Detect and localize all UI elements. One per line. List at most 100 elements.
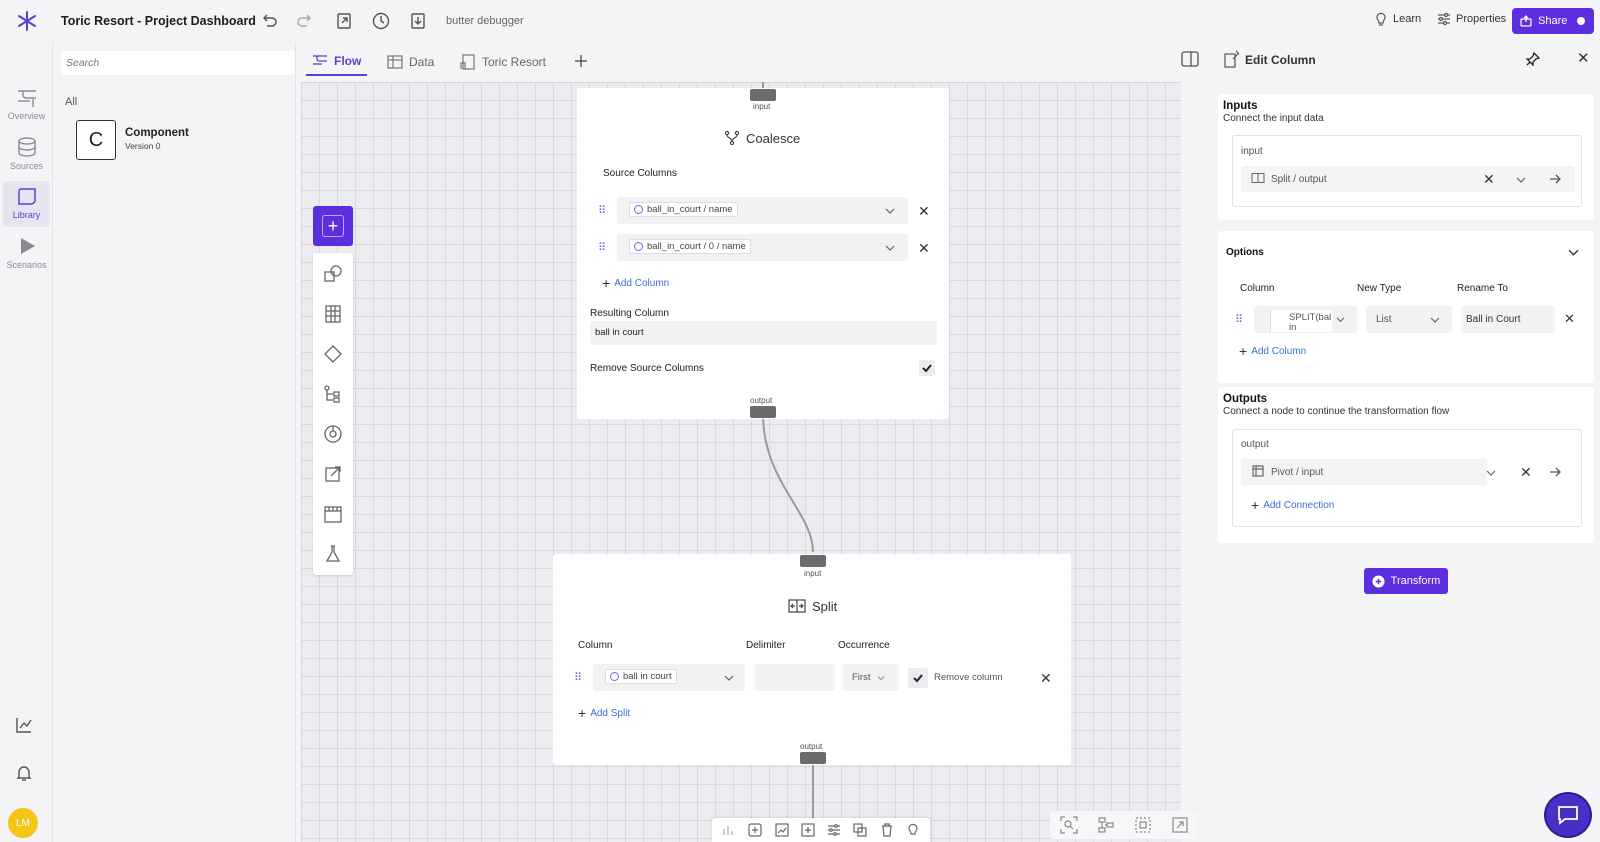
arrow-right-icon[interactable] xyxy=(1549,466,1561,478)
history-icon[interactable] xyxy=(371,11,391,31)
remove-source-columns-checkbox[interactable] xyxy=(919,360,935,376)
arrow-right-icon[interactable] xyxy=(1549,173,1561,185)
add-split-label: Add Split xyxy=(590,707,631,719)
toggle-panel-icon[interactable] xyxy=(1181,50,1199,68)
remove-option-row-button[interactable]: ✕ xyxy=(1564,311,1575,327)
fullscreen-icon[interactable] xyxy=(1171,816,1189,834)
transform-button[interactable]: Transform xyxy=(1364,568,1448,594)
table-icon[interactable] xyxy=(322,303,344,325)
select-area-icon[interactable] xyxy=(1134,816,1152,834)
shapes-icon[interactable] xyxy=(322,263,344,285)
remove-column-checkbox[interactable] xyxy=(908,668,928,688)
edit-panel-title: Edit Column xyxy=(1245,53,1316,67)
close-panel-button[interactable]: ✕ xyxy=(1577,49,1590,67)
component-name[interactable]: Component xyxy=(125,127,189,139)
layout-icon[interactable] xyxy=(1097,816,1115,834)
rail-item-sources[interactable]: Sources xyxy=(3,132,50,178)
coalesce-output-port[interactable] xyxy=(750,406,776,418)
outputs-title: Outputs xyxy=(1223,393,1268,405)
bell-icon[interactable] xyxy=(15,764,33,782)
chevron-down-icon[interactable] xyxy=(1430,315,1440,325)
rail-item-scenarios[interactable]: Scenarios xyxy=(3,231,50,277)
redo-icon[interactable] xyxy=(295,11,315,31)
external-link-icon[interactable] xyxy=(322,463,344,485)
drag-handle-icon[interactable]: ⠿ xyxy=(598,204,606,217)
options-title: Options xyxy=(1226,247,1264,258)
learn-button[interactable]: Learn xyxy=(1374,12,1421,26)
add-split-link[interactable]: + Add Split xyxy=(578,705,630,721)
drag-handle-icon[interactable]: ⠿ xyxy=(1235,313,1243,326)
flask-icon[interactable] xyxy=(322,543,344,565)
play-icon xyxy=(20,238,35,254)
download-icon[interactable] xyxy=(408,11,428,31)
diamond-icon[interactable] xyxy=(322,343,344,365)
export-icon[interactable] xyxy=(334,11,354,31)
clear-output-button[interactable]: ✕ xyxy=(1520,464,1532,481)
tab-data[interactable]: Data xyxy=(381,48,440,76)
share-icon xyxy=(1520,15,1532,27)
user-avatar[interactable]: LM xyxy=(8,808,38,838)
add-tab-icon[interactable] xyxy=(573,53,589,69)
chevron-down-icon[interactable] xyxy=(724,673,734,683)
delimiter-input[interactable] xyxy=(755,664,835,691)
duplicate-icon[interactable] xyxy=(853,823,867,837)
table-icon xyxy=(387,55,403,69)
add-connection-link[interactable]: + Add Connection xyxy=(1251,497,1334,513)
debugger-label[interactable]: butter debugger xyxy=(446,15,524,27)
coalesce-input-port[interactable] xyxy=(750,89,776,101)
chart-icon[interactable] xyxy=(722,823,736,837)
pin-icon[interactable] xyxy=(1526,52,1540,66)
add-connection-label: Add Connection xyxy=(1263,499,1335,511)
clear-input-button[interactable]: ✕ xyxy=(1483,171,1495,188)
trend-icon[interactable] xyxy=(775,823,789,837)
tab-flow-label: Flow xyxy=(334,54,362,68)
remove-split-button[interactable]: ✕ xyxy=(1040,670,1052,687)
coalesce-output-port-label: output xyxy=(750,396,773,405)
undo-icon[interactable] xyxy=(259,11,279,31)
add-icon[interactable] xyxy=(748,823,762,837)
share-button[interactable]: Share xyxy=(1512,8,1594,34)
lightbulb-icon[interactable] xyxy=(906,823,920,837)
chevron-down-icon[interactable] xyxy=(877,674,885,682)
drag-handle-icon[interactable]: ⠿ xyxy=(574,671,582,684)
plus-icon: + xyxy=(322,215,344,237)
node-toolbox xyxy=(313,253,353,575)
analytics-icon[interactable] xyxy=(15,716,33,734)
add-node-button[interactable]: + xyxy=(313,206,353,246)
trash-icon[interactable] xyxy=(880,823,894,837)
split-input-port[interactable] xyxy=(800,555,826,567)
options-add-column-label: Add Column xyxy=(1251,345,1307,357)
chevron-down-icon[interactable] xyxy=(1568,247,1579,258)
split-node[interactable] xyxy=(553,554,1071,765)
edit-column-icon xyxy=(1224,50,1240,68)
tab-flow[interactable]: Flow xyxy=(306,48,368,76)
drag-handle-icon[interactable]: ⠿ xyxy=(598,241,606,254)
add-node-icon[interactable] xyxy=(801,823,815,837)
chevron-down-icon[interactable] xyxy=(885,206,895,216)
chevron-down-icon[interactable] xyxy=(885,243,895,253)
remove-source-column-button[interactable]: ✕ xyxy=(918,203,930,220)
properties-button[interactable]: Properties xyxy=(1437,12,1506,26)
coalesce-title-text: Coalesce xyxy=(746,130,801,146)
zoom-fit-icon[interactable] xyxy=(1059,816,1078,834)
tab-toric-resort[interactable]: Toric Resort xyxy=(454,48,552,76)
split-output-port[interactable] xyxy=(800,752,826,764)
add-column-link[interactable]: + Add Column xyxy=(602,275,669,291)
chevron-down-icon[interactable] xyxy=(1516,175,1526,185)
sliders-icon[interactable] xyxy=(827,823,841,837)
library-icon xyxy=(17,188,36,205)
branch-icon[interactable] xyxy=(322,383,344,405)
calendar-icon[interactable] xyxy=(322,503,344,525)
component-tile[interactable]: C xyxy=(76,120,116,160)
options-add-column-link[interactable]: + Add Column xyxy=(1239,343,1306,359)
rail-item-overview[interactable]: Overview xyxy=(3,82,50,128)
chevron-down-icon[interactable] xyxy=(1486,468,1496,478)
target-icon[interactable] xyxy=(322,423,344,445)
chevron-down-icon[interactable] xyxy=(1336,315,1345,324)
rail-item-library[interactable]: Library xyxy=(3,181,50,227)
remove-source-column-button[interactable]: ✕ xyxy=(918,240,930,257)
app-logo-icon[interactable] xyxy=(16,10,38,32)
library-search-input[interactable] xyxy=(61,51,295,75)
options-rename-header: Rename To xyxy=(1457,283,1508,294)
chat-button[interactable] xyxy=(1544,792,1592,838)
